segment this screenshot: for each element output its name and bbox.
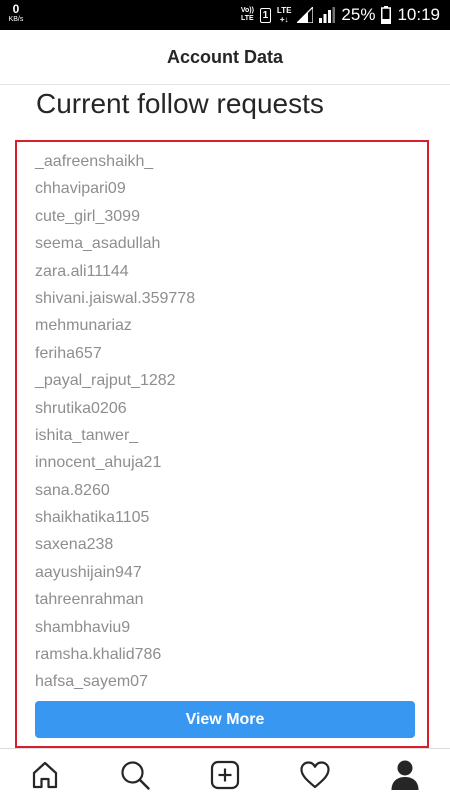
follow-request-item: hafsa_sayem07 [35, 673, 148, 691]
nav-home[interactable] [15, 751, 75, 799]
signal-bars-icon [319, 7, 336, 23]
nav-search[interactable] [105, 751, 165, 799]
network-speed-indicator: 0 KB/s [4, 3, 28, 23]
clock: 10:19 [397, 5, 440, 24]
volte-indicator: Vo)) LTE [241, 7, 254, 23]
nav-profile[interactable] [375, 751, 435, 799]
volte-label: Vo)) [240, 7, 254, 14]
battery-icon [381, 6, 392, 24]
network-activity-arrows: +↓ [279, 15, 289, 24]
follow-request-item: mehmunariaz [35, 317, 132, 335]
follow-request-item: _payal_rajput_1282 [35, 372, 176, 390]
page-title: Account Data [166, 46, 283, 67]
follow-request-item: ishita_tanwer_ [35, 426, 139, 444]
follow-request-item: _aafreenshaikh_ [35, 153, 154, 170]
section-title: Current follow requests [36, 88, 324, 119]
sim-icon: 1 [259, 7, 271, 23]
follow-request-item: shaikhatika1105 [35, 509, 150, 527]
follow-request-item: seema_asadullah [35, 235, 161, 253]
profile-icon [391, 760, 419, 790]
follow-request-item: zara.ali11144 [35, 262, 129, 280]
follow-request-item: innocent_ahuja21 [35, 454, 162, 472]
bottom-nav [0, 748, 450, 800]
volte-lte-label: LTE [241, 15, 254, 22]
follow-request-item: chhavipari09 [35, 180, 126, 198]
follow-request-item: tahreenrahman [35, 591, 144, 609]
network-type-indicator: LTE +↓ [277, 6, 292, 24]
battery-percentage: 25% [341, 5, 376, 24]
follow-request-item: ramsha.khalid786 [35, 646, 162, 664]
follow-request-item: cute_girl_3099 [35, 207, 140, 225]
status-icons: Vo)) LTE 1 LTE +↓ 25% 10:19 [241, 0, 440, 30]
follow-request-item: shambhaviu9 [35, 618, 131, 636]
view-more-button[interactable]: View More [35, 701, 415, 738]
heart-icon [300, 760, 330, 788]
follow-request-item: shrutika0206 [35, 399, 127, 417]
signal-strength-icon [297, 7, 314, 23]
nav-activity[interactable] [285, 751, 345, 799]
home-icon [32, 761, 58, 788]
add-post-icon [210, 760, 240, 789]
follow-request-item: feriha657 [35, 344, 102, 362]
network-speed-unit: KB/s [8, 16, 24, 23]
status-bar: 0 KB/s Vo)) LTE 1 LTE +↓ 25% 10:19 [0, 0, 450, 30]
nav-new-post[interactable] [195, 751, 255, 799]
network-speed-value: 0 [12, 2, 20, 16]
follow-request-item: shivani.jaiswal.359778 [35, 289, 196, 307]
follow-request-item: saxena238 [35, 536, 114, 554]
follow-request-list: _aafreenshaikh_ chhavipari09 cute_girl_3… [35, 148, 195, 696]
follow-request-item: sana.8260 [35, 481, 110, 499]
app-header: Account Data [0, 30, 450, 85]
network-type-label: LTE [276, 6, 292, 15]
follow-request-item: aayushijain947 [35, 563, 142, 581]
search-icon [121, 760, 150, 790]
